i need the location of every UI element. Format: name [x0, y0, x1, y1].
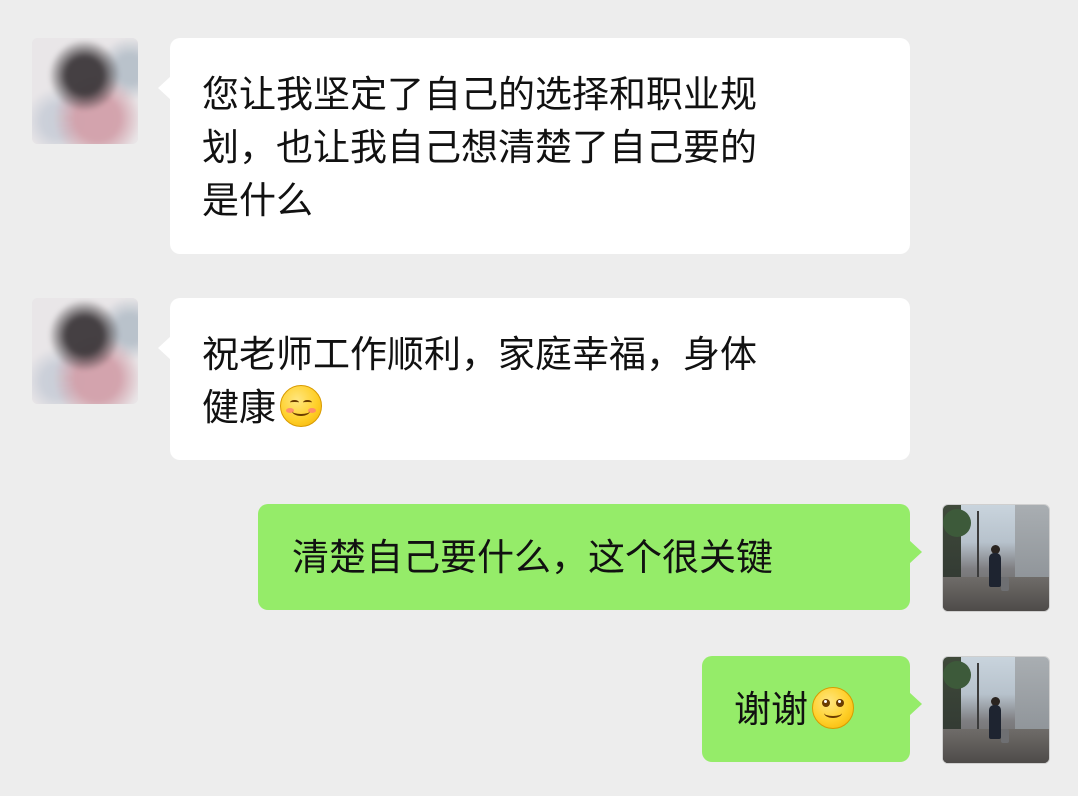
self-avatar[interactable]	[942, 504, 1050, 612]
contact-avatar[interactable]	[32, 38, 138, 144]
message-text: 谢谢	[734, 688, 808, 731]
message-bubble-outgoing-1[interactable]: 清楚自己要什么，这个很关键	[258, 504, 922, 610]
self-avatar[interactable]	[942, 656, 1050, 764]
message-bubble-incoming-1[interactable]: 您让我坚定了自己的选择和职业规 划，也让我自己想清楚了自己要的 是什么	[158, 38, 910, 254]
message-bubble-incoming-2[interactable]: 祝老师工作顺利，家庭幸福，身体 健康	[158, 298, 910, 460]
smile-emoji	[812, 687, 854, 729]
message-bubble-outgoing-2[interactable]: 谢谢	[702, 656, 922, 762]
contact-avatar[interactable]	[32, 298, 138, 404]
blush-smile-emoji	[280, 385, 322, 427]
message-text: 您让我坚定了自己的选择和职业规 划，也让我自己想清楚了自己要的 是什么	[202, 73, 757, 222]
message-text: 清楚自己要什么，这个很关键	[292, 536, 773, 579]
